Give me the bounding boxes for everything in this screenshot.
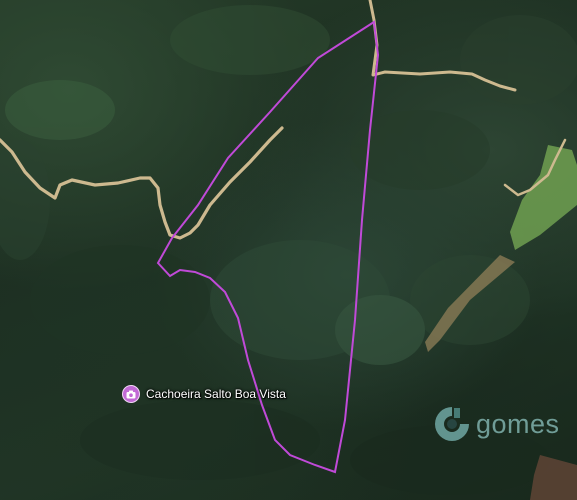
- gomes-logo-icon: [435, 407, 469, 441]
- poi-marker[interactable]: Cachoeira Salto Boa Vista: [122, 385, 286, 403]
- watermark-text: gomes: [476, 408, 560, 439]
- watermark: gomes: [432, 404, 560, 444]
- camera-icon[interactable]: [122, 385, 140, 403]
- poi-label[interactable]: Cachoeira Salto Boa Vista: [146, 387, 286, 401]
- satellite-map[interactable]: Cachoeira Salto Boa Vista gomes: [0, 0, 577, 500]
- pasture-patch: [510, 145, 577, 250]
